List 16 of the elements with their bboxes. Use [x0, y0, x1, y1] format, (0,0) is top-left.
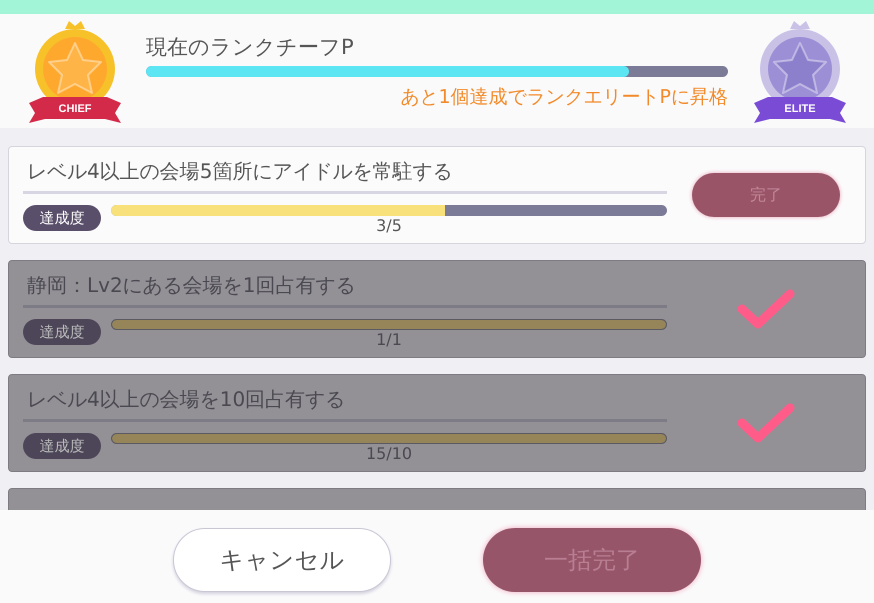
mission-title: 静岡：Lv2にある会場を1回占有する: [27, 272, 356, 299]
progress-label: 達成度: [23, 433, 101, 459]
promotion-note: あと1個達成でランクエリートPに昇格: [400, 85, 728, 109]
mission-title: レベル4以上の会場を10回占有する: [27, 386, 346, 413]
mission-title: レベル4以上の会場5箇所にアイドルを常駐する: [27, 158, 454, 185]
cancel-button[interactable]: キャンセル: [173, 528, 391, 592]
progress-count: 15/10: [366, 444, 412, 464]
checkmark-icon: [736, 287, 796, 331]
ribbon-label: CHIEF: [58, 103, 92, 115]
progress-count: 3/5: [376, 216, 402, 236]
progress-count: 1/1: [376, 330, 402, 350]
ribbon-label: ELITE: [783, 103, 817, 115]
progress-label: 達成度: [23, 319, 101, 345]
rank-title: 現在のランクチーフP: [146, 34, 355, 61]
progress-label: 達成度: [23, 205, 101, 231]
checkmark-icon: [736, 401, 796, 445]
